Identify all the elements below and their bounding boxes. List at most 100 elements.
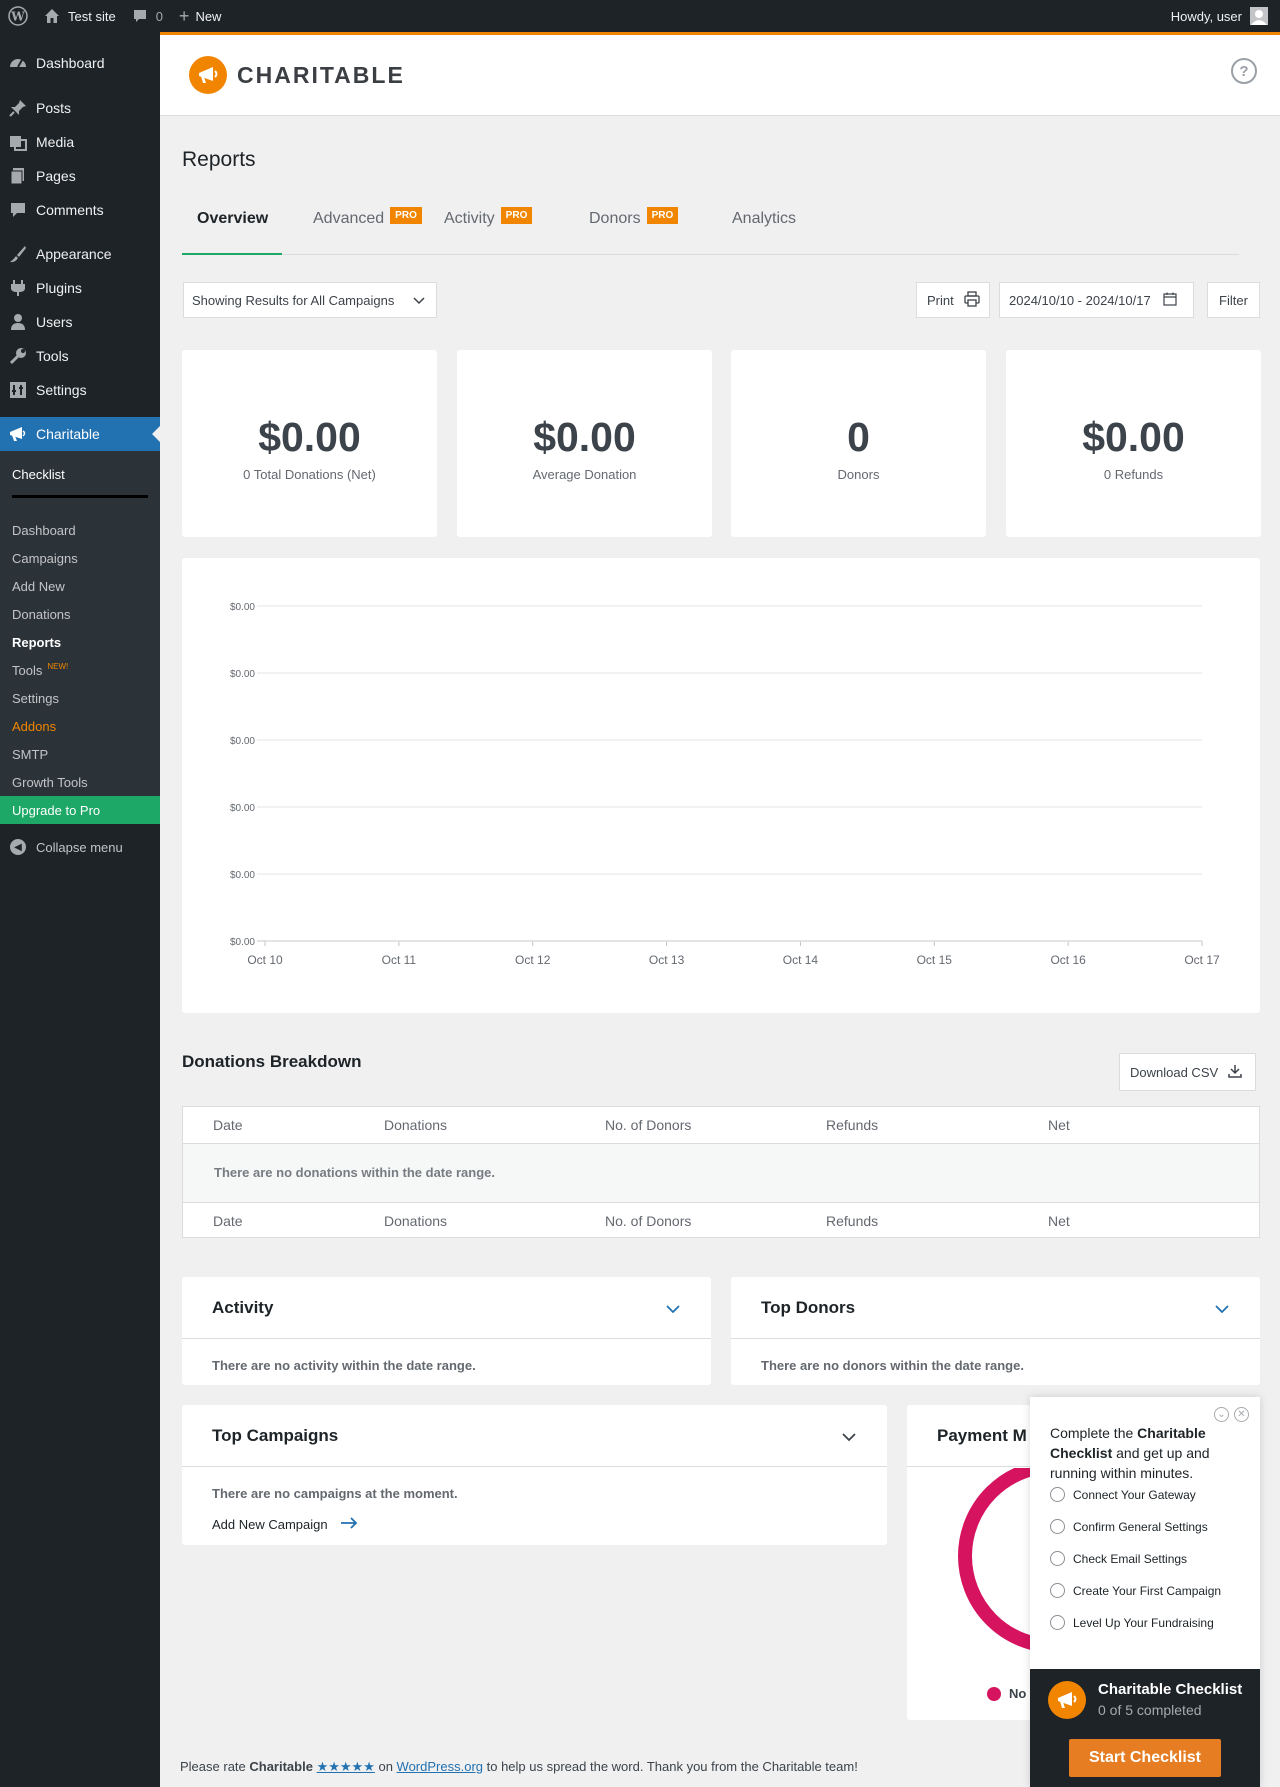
sidebar-item-charitable[interactable]: Charitable — [0, 417, 160, 451]
tab-label: Donors — [589, 210, 641, 227]
stat-card-refunds: $0.00 0 Refunds — [1006, 350, 1261, 537]
footer-text-pre: Please rate — [180, 1759, 250, 1774]
sidebar-item-label: Charitable — [36, 426, 100, 442]
pro-badge: PRO — [390, 207, 422, 224]
comment-icon — [8, 200, 28, 220]
column-footer-donors: No. of Donors — [605, 1213, 692, 1229]
checklist-progress-text: 0 of 5 completed — [1098, 1702, 1202, 1718]
submenu-addons[interactable]: Addons — [0, 712, 160, 740]
comments-count: 0 — [155, 8, 163, 24]
plus-icon: + — [178, 6, 190, 26]
submenu-reports[interactable]: Reports — [0, 628, 160, 656]
site-name-link[interactable]: Test site — [36, 0, 124, 32]
submenu-settings[interactable]: Settings — [0, 684, 160, 712]
minimize-icon[interactable]: ⌄ — [1214, 1407, 1229, 1422]
checklist-item[interactable]: Check Email Settings — [1050, 1551, 1187, 1566]
download-csv-label: Download CSV — [1130, 1064, 1219, 1080]
sidebar-item-posts[interactable]: Posts — [0, 91, 160, 125]
column-footer-refunds: Refunds — [826, 1213, 879, 1229]
checkbox-circle-icon — [1050, 1551, 1065, 1566]
activity-panel-header[interactable]: Activity — [182, 1277, 711, 1339]
x-tick-label: Oct 13 — [649, 953, 685, 967]
stat-value: $0.00 — [258, 413, 361, 460]
panel-title: Payment M — [937, 1425, 1027, 1445]
download-csv-button[interactable]: Download CSV — [1119, 1053, 1256, 1091]
panel-title: Top Campaigns — [212, 1425, 339, 1445]
dashboard-icon — [8, 53, 28, 73]
table-header-row: Date Donations No. of Donors Refunds Net — [183, 1107, 1259, 1143]
tab-donors[interactable]: Donors PRO — [589, 203, 732, 255]
calendar-icon — [1163, 292, 1177, 309]
sidebar-item-dashboard[interactable]: Dashboard — [0, 42, 160, 83]
checklist-item[interactable]: Confirm General Settings — [1050, 1519, 1208, 1534]
submenu-smtp[interactable]: SMTP — [0, 740, 160, 768]
submenu-checklist[interactable]: Checklist — [0, 457, 160, 495]
tab-overview[interactable]: Overview — [182, 203, 282, 255]
rating-stars-link[interactable]: ★★★★★ — [317, 1759, 375, 1774]
checklist-item[interactable]: Connect Your Gateway — [1050, 1487, 1196, 1502]
help-icon[interactable]: ? — [1231, 58, 1257, 84]
sidebar-item-plugins[interactable]: Plugins — [0, 271, 160, 305]
checkbox-circle-icon — [1050, 1583, 1065, 1598]
chevron-down-icon — [412, 293, 426, 310]
sidebar-item-users[interactable]: Users — [0, 305, 160, 339]
panel-empty-message: There are no donors within the date rang… — [761, 1358, 1024, 1373]
sidebar-item-media[interactable]: Media — [0, 125, 160, 159]
intro-text-pre: Complete the — [1050, 1425, 1138, 1441]
arrow-right-icon — [340, 1516, 358, 1533]
add-new-campaign-link[interactable]: Add New Campaign — [212, 1516, 887, 1533]
tab-advanced[interactable]: Advanced PRO — [282, 203, 444, 255]
my-account[interactable]: Howdy, user — [1171, 7, 1280, 25]
pin-icon — [8, 98, 28, 118]
submenu-campaigns[interactable]: Campaigns — [0, 544, 160, 572]
wordpress-org-link[interactable]: WordPress.org — [397, 1759, 483, 1774]
new-content-link[interactable]: + New — [171, 0, 230, 32]
comments-link[interactable]: 0 — [124, 0, 171, 32]
tab-analytics[interactable]: Analytics — [732, 203, 796, 255]
stat-label: Average Donation — [532, 466, 637, 482]
footer-text-post: to help us spread the word. Thank you fr… — [483, 1759, 858, 1774]
avatar — [1250, 7, 1268, 25]
report-tabs: Overview Advanced PRO Activity PRO Donors P… — [182, 203, 1239, 255]
donut-legend-item: No — [987, 1686, 1026, 1701]
sidebar-item-settings[interactable]: Settings — [0, 373, 160, 407]
print-button[interactable]: Print — [916, 282, 990, 318]
chevron-down-icon[interactable] — [841, 1429, 857, 1449]
filter-button[interactable]: Filter — [1207, 282, 1260, 318]
submenu-tools[interactable]: Tools NEW! — [0, 656, 160, 684]
checklist-item[interactable]: Create Your First Campaign — [1050, 1583, 1221, 1598]
pages-icon — [8, 166, 28, 186]
submenu-growth-tools[interactable]: Growth Tools — [0, 768, 160, 796]
sidebar-item-comments[interactable]: Comments — [0, 193, 160, 227]
submenu-donations[interactable]: Donations — [0, 600, 160, 628]
sidebar-item-label: Pages — [36, 168, 76, 184]
start-checklist-button[interactable]: Start Checklist — [1069, 1739, 1221, 1777]
submenu-dashboard[interactable]: Dashboard — [0, 516, 160, 544]
y-tick-label: $0.00 — [230, 736, 255, 747]
new-label: New — [195, 8, 222, 24]
sidebar-item-label: Users — [36, 314, 73, 330]
x-tick-label: Oct 17 — [1184, 953, 1220, 967]
tab-label: Advanced — [313, 210, 385, 227]
submenu-add-new[interactable]: Add New — [0, 572, 160, 600]
close-icon[interactable]: ✕ — [1234, 1407, 1249, 1422]
date-range-picker[interactable]: 2024/10/10 - 2024/10/17 — [999, 282, 1194, 318]
tab-activity[interactable]: Activity PRO — [444, 203, 589, 255]
top-campaigns-panel: Top Campaigns There are no campaigns at … — [182, 1405, 887, 1545]
x-tick-label: Oct 14 — [783, 953, 819, 967]
admin-bar: W Test site 0 + New Howdy, user — [0, 0, 1280, 32]
sidebar-item-appearance[interactable]: Appearance — [0, 237, 160, 271]
column-header-donations: Donations — [384, 1117, 448, 1133]
chevron-down-icon[interactable] — [665, 1301, 681, 1321]
submenu-upgrade-to-pro[interactable]: Upgrade to Pro — [0, 796, 160, 824]
top-donors-panel-header[interactable]: Top Donors — [731, 1277, 1260, 1339]
collapse-menu-label: Collapse menu — [36, 839, 123, 855]
top-campaigns-panel-header[interactable]: Top Campaigns — [182, 1405, 887, 1467]
checklist-item[interactable]: Level Up Your Fundraising — [1050, 1615, 1214, 1630]
sidebar-item-pages[interactable]: Pages — [0, 159, 160, 193]
sidebar-item-tools[interactable]: Tools — [0, 339, 160, 373]
collapse-menu-button[interactable]: ◀ Collapse menu — [0, 828, 160, 866]
chevron-down-icon[interactable] — [1214, 1301, 1230, 1321]
wordpress-logo-icon[interactable]: W — [0, 0, 36, 32]
campaign-filter-select[interactable]: Showing Results for All Campaigns — [183, 282, 437, 318]
